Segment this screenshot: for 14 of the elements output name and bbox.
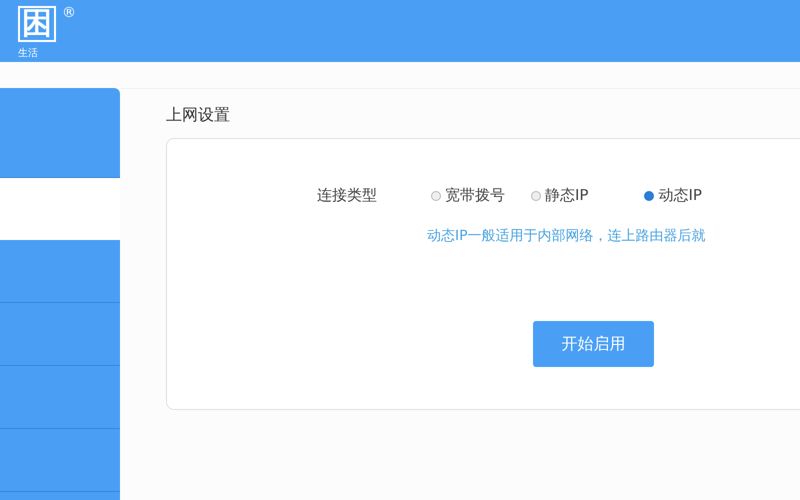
logo-text: 困 xyxy=(18,6,56,42)
sidebar-item[interactable] xyxy=(0,303,120,366)
radio-option[interactable]: 宽带拨号 xyxy=(431,186,505,205)
registered-mark: ® xyxy=(62,6,76,20)
hint-text: 动态IP一般适用于内部网络，连上路由器后就 xyxy=(427,227,707,245)
sidebar-item[interactable] xyxy=(0,240,120,303)
radio-option[interactable]: 静态IP xyxy=(531,186,588,205)
radio-option[interactable]: 动态IP xyxy=(644,186,702,205)
sidebar-item[interactable] xyxy=(0,88,120,178)
logo-tagline: 生活 xyxy=(18,46,38,60)
sidebar-item[interactable] xyxy=(0,429,120,492)
section-title: 上网设置 xyxy=(166,105,231,126)
sidebar-item[interactable] xyxy=(0,366,120,429)
field-label: 连接类型 xyxy=(317,186,378,205)
